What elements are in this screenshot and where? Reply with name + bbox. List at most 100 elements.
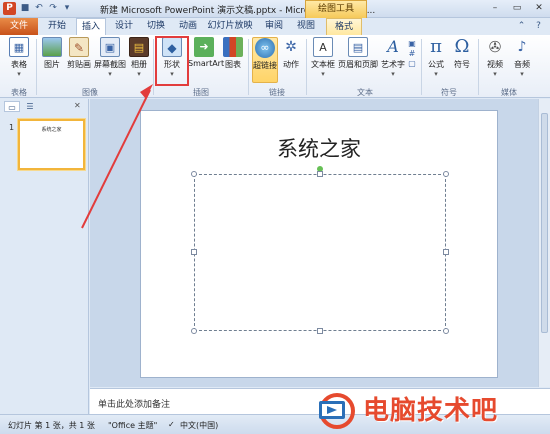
- picture-icon: [42, 37, 62, 57]
- group-label-table: 表格: [11, 88, 27, 97]
- group-label-symbols: 符号: [441, 88, 457, 97]
- slide-number-icon: #: [408, 49, 416, 58]
- header-footer-icon: ▤: [348, 37, 368, 57]
- tab-transitions[interactable]: 切换: [142, 18, 170, 35]
- symbol-button[interactable]: Ω 符号: [451, 37, 473, 70]
- resize-handle-left[interactable]: [191, 249, 197, 255]
- chevron-down-icon: ▾: [137, 70, 141, 78]
- chart-icon: [223, 37, 243, 57]
- resize-handle-bottom-right[interactable]: [443, 328, 449, 334]
- close-icon[interactable]: ✕: [74, 101, 81, 110]
- scrollbar-thumb[interactable]: [541, 113, 548, 333]
- theme-name: "Office 主题": [108, 421, 158, 430]
- close-button[interactable]: ✕: [528, 0, 550, 16]
- chart-button[interactable]: 图表: [222, 37, 244, 70]
- text-more-options[interactable]: ▣ # ▢: [406, 39, 418, 69]
- tab-slideshow[interactable]: 幻灯片放映: [206, 18, 254, 35]
- ribbon: ▦ 表格 ▾ 表格 图片 ✎ 剪贴画 ▣ 屏幕截图 ▾ ▤ 相册 ▾ 图像 ◆ …: [0, 35, 550, 98]
- undo-icon[interactable]: ↶: [34, 3, 44, 14]
- language[interactable]: 中文(中国): [180, 420, 218, 431]
- selected-shape[interactable]: [194, 174, 446, 331]
- chevron-down-icon: ▾: [17, 70, 21, 78]
- slide-canvas: 系统之家: [90, 99, 550, 387]
- help-icon[interactable]: ?: [533, 21, 544, 32]
- tab-home[interactable]: 开始: [42, 18, 72, 35]
- ribbon-tabs: 文件 开始 插入 设计 切换 动画 幻灯片放映 审阅 视图 格式 ⌃ ?: [0, 18, 550, 36]
- group-label-illustrations: 插图: [193, 88, 209, 97]
- save-icon[interactable]: ■: [20, 3, 30, 14]
- watermark: 电脑技术吧: [315, 388, 550, 434]
- powerpoint-app-icon[interactable]: P: [3, 2, 16, 15]
- group-label-text: 文本: [357, 88, 373, 97]
- album-icon: ▤: [129, 37, 149, 57]
- tab-file[interactable]: 文件: [0, 18, 38, 35]
- customize-icon[interactable]: ▾: [62, 3, 72, 14]
- header-footer-button[interactable]: ▤ 页眉和页脚: [338, 37, 378, 70]
- slides-panel: ▭ ☰ ✕ 1 系统之家: [0, 99, 89, 414]
- slides-tab-icon[interactable]: ▭: [4, 101, 20, 112]
- group-separator: [421, 39, 422, 95]
- group-separator: [478, 39, 479, 95]
- tab-view[interactable]: 视图: [292, 18, 320, 35]
- resize-handle-top-right[interactable]: [443, 171, 449, 177]
- screenshot-button[interactable]: ▣ 屏幕截图 ▾: [94, 37, 126, 78]
- group-label-links: 链接: [269, 88, 285, 97]
- tab-review[interactable]: 审阅: [260, 18, 288, 35]
- picture-button[interactable]: 图片: [40, 37, 64, 70]
- chevron-down-icon: ▾: [108, 70, 112, 78]
- smartart-icon: ➜: [194, 37, 214, 57]
- tab-animations[interactable]: 动画: [174, 18, 202, 35]
- video-icon: ✇: [488, 38, 502, 56]
- group-separator: [153, 39, 154, 95]
- table-icon: ▦: [9, 37, 29, 57]
- album-button[interactable]: ▤ 相册 ▾: [128, 37, 150, 78]
- resize-handle-bottom-left[interactable]: [191, 328, 197, 334]
- textbox-button[interactable]: A 文本框 ▾: [310, 37, 336, 78]
- outline-tab-icon[interactable]: ☰: [22, 101, 38, 112]
- chevron-down-icon: ▾: [520, 70, 524, 78]
- symbol-icon: Ω: [454, 36, 470, 57]
- panel-tabs: ▭ ☰: [4, 101, 38, 113]
- slide-number: 1: [9, 123, 15, 132]
- audio-button[interactable]: ♪ 音频 ▾: [510, 37, 534, 78]
- hyperlink-button[interactable]: ∞ 超链接: [252, 37, 278, 83]
- resize-handle-top-left[interactable]: [191, 171, 197, 177]
- clipart-button[interactable]: ✎ 剪贴画: [66, 37, 92, 70]
- drawing-tools-header: 绘图工具: [305, 0, 367, 18]
- thumbnail-title: 系统之家: [41, 127, 62, 133]
- video-button[interactable]: ✇ 视频 ▾: [483, 37, 507, 78]
- vertical-scrollbar[interactable]: [538, 99, 550, 387]
- group-label-media: 媒体: [501, 88, 517, 97]
- title-bar: P ■ ↶ ↷ ▾ 新建 Microsoft PowerPoint 演示文稿.p…: [0, 0, 550, 18]
- collapse-ribbon-icon[interactable]: ⌃: [516, 21, 527, 32]
- resize-handle-bottom[interactable]: [317, 328, 323, 334]
- watermark-logo-icon: [319, 393, 355, 429]
- chevron-down-icon: ▾: [321, 70, 325, 78]
- chevron-down-icon: ▾: [391, 70, 395, 78]
- equation-button[interactable]: π 公式 ▾: [425, 37, 447, 79]
- table-button[interactable]: ▦ 表格 ▾: [6, 37, 32, 78]
- tab-insert[interactable]: 插入: [76, 18, 106, 36]
- slide[interactable]: 系统之家: [140, 110, 498, 378]
- date-time-icon: ▣: [408, 39, 416, 48]
- resize-handle-right[interactable]: [443, 249, 449, 255]
- maximize-button[interactable]: ▭: [506, 0, 528, 16]
- clipart-icon: ✎: [69, 37, 89, 57]
- slide-count: 幻灯片 第 1 张，共 1 张: [8, 421, 95, 430]
- minimize-button[interactable]: –: [484, 0, 506, 16]
- hyperlink-icon: ∞: [255, 38, 275, 58]
- slide-thumbnail[interactable]: 系统之家: [18, 119, 85, 170]
- action-button[interactable]: ✲ 动作: [280, 37, 302, 70]
- tab-design[interactable]: 设计: [110, 18, 138, 35]
- tab-format[interactable]: 格式: [326, 18, 362, 35]
- audio-icon: ♪: [517, 39, 527, 55]
- smartart-button[interactable]: ➜ SmartArt: [188, 37, 224, 68]
- spellcheck-icon[interactable]: ✓: [168, 420, 175, 429]
- wordart-button[interactable]: A 艺术字 ▾: [380, 37, 406, 78]
- redo-icon[interactable]: ↷: [48, 3, 58, 14]
- resize-handle-top[interactable]: [317, 171, 323, 177]
- slide-title[interactable]: 系统之家: [141, 133, 497, 163]
- quick-access-toolbar: ■ ↶ ↷ ▾: [20, 3, 72, 14]
- notes-placeholder: 单击此处添加备注: [98, 400, 171, 410]
- action-icon: ✲: [285, 39, 297, 55]
